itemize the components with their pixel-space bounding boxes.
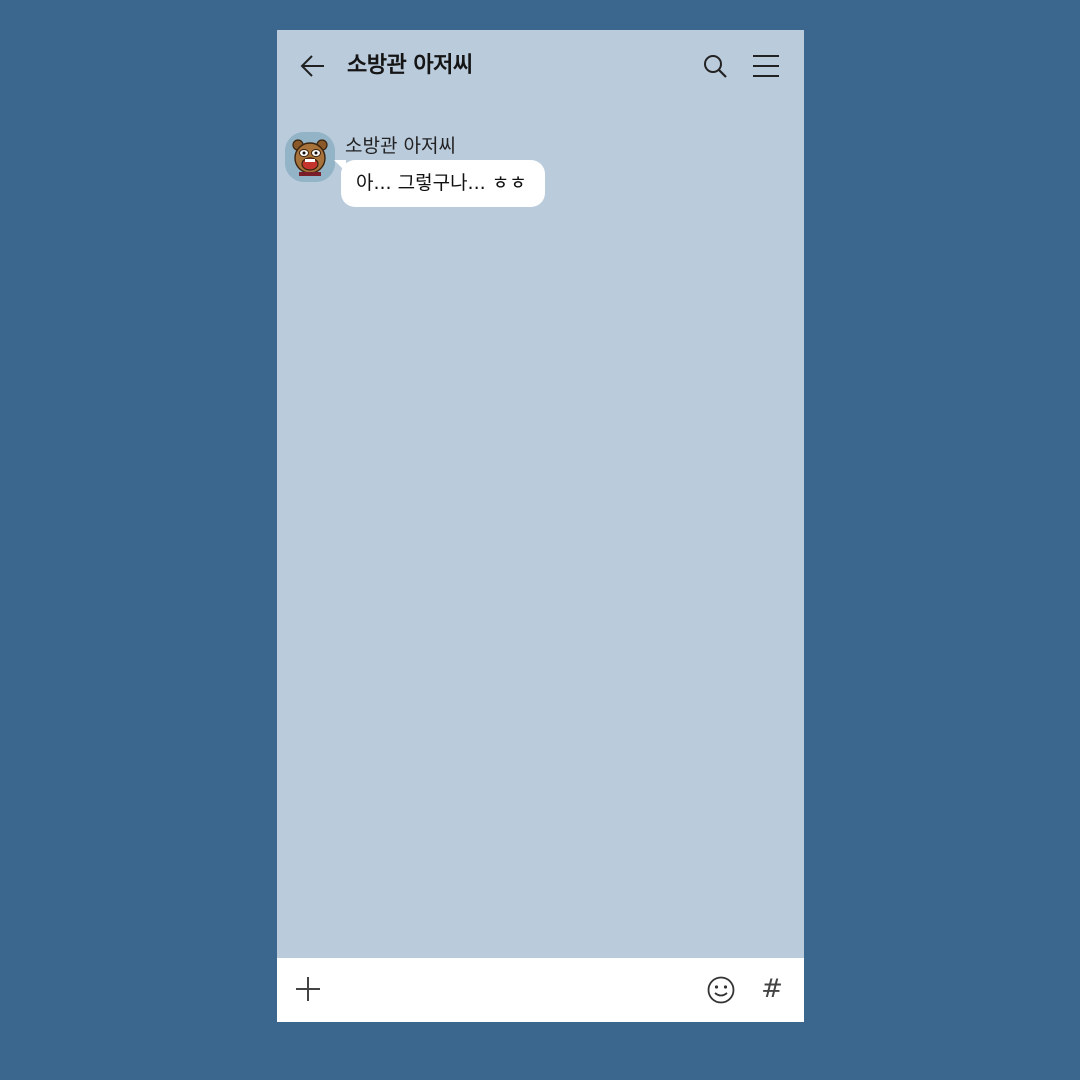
- hashtag-button[interactable]: #: [757, 972, 787, 1006]
- chat-title: 소방관 아저씨: [347, 53, 473, 78]
- arrow-left-icon: [300, 55, 324, 77]
- message-text: 아... 그렇구나... ㅎㅎ: [356, 172, 527, 194]
- emoji-button[interactable]: [705, 974, 737, 1006]
- message-bubble[interactable]: 아... 그렇구나... ㅎㅎ: [334, 160, 545, 207]
- message-input[interactable]: [337, 972, 691, 1010]
- hamburger-menu-icon: [753, 55, 779, 77]
- back-button[interactable]: [297, 50, 329, 82]
- menu-button[interactable]: [749, 50, 783, 82]
- chat-window: 소방관 아저씨 소방관 아저씨 아... 그렇구나... ㅎㅎ #: [277, 30, 804, 1022]
- search-icon: [704, 55, 727, 78]
- avatar[interactable]: [285, 132, 335, 182]
- attach-button[interactable]: [293, 974, 323, 1004]
- emoji-icon: [707, 976, 735, 1004]
- bubble-tail: [334, 160, 346, 172]
- bear-character-avatar: [285, 132, 335, 182]
- sender-name: 소방관 아저씨: [345, 135, 456, 157]
- chat-header: 소방관 아저씨: [277, 30, 804, 102]
- search-button[interactable]: [699, 50, 731, 82]
- plus-icon: [296, 977, 320, 1001]
- input-bar: #: [277, 958, 804, 1022]
